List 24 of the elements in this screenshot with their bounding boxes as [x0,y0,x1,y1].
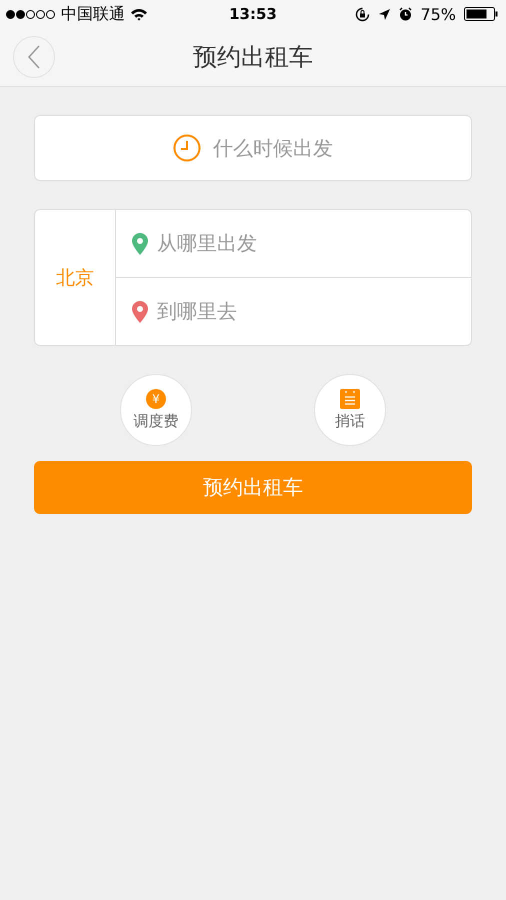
message-button[interactable]: 捎话 [314,374,386,446]
pin-icon [132,300,148,322]
battery-icon [464,7,498,21]
back-button[interactable] [13,36,55,78]
chevron-left-icon [28,45,40,69]
yen-icon: ¥ [146,389,166,409]
battery-percent: 75% [420,4,456,24]
clock-icon [173,134,201,162]
dispatch-fee-button[interactable]: ¥ 调度费 [120,374,192,446]
destination-field[interactable]: 到哪里去 [116,277,471,345]
city-selector[interactable]: 北京 [35,210,116,345]
location-arrow-icon [378,8,392,20]
book-taxi-button[interactable]: 预约出租车 [34,461,472,514]
carrier-name: 中国联通 [61,4,125,24]
alarm-icon [399,7,412,21]
page-title: 预约出租车 [193,42,313,73]
note-icon [340,389,360,409]
origin-field[interactable]: 从哪里出发 [116,210,471,277]
clock-time: 13:53 [229,5,277,23]
wifi-icon [130,8,148,20]
rotation-lock-icon [355,6,370,22]
pin-icon [132,232,148,254]
signal-icon [6,10,56,18]
departure-time-field[interactable]: 什么时候出发 [34,115,472,181]
